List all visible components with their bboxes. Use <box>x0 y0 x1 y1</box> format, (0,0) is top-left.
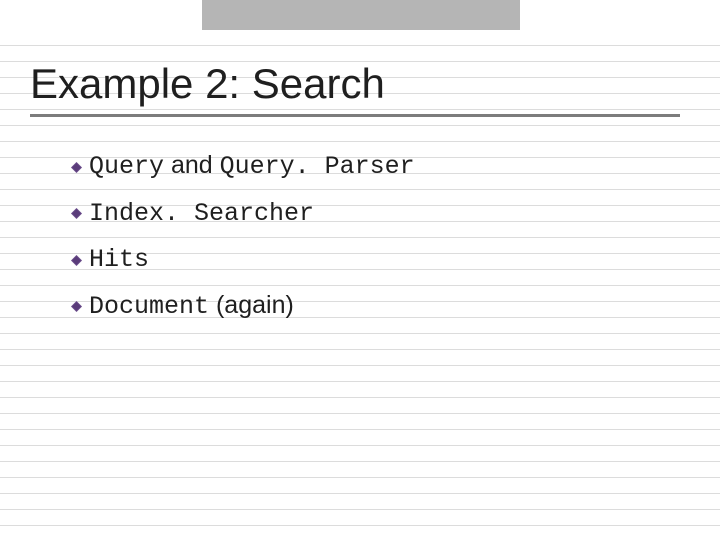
slide-title: Example 2: Search <box>30 60 690 108</box>
slide-content: Example 2: Search Query and Query. Parse… <box>30 60 690 335</box>
bullet-list: Query and Query. Parser Index. Searcher <box>70 149 690 323</box>
list-item: Query and Query. Parser <box>70 149 690 184</box>
diamond-bullet-icon <box>70 160 83 173</box>
bullet-text: Hits <box>89 245 149 274</box>
bullet-text: (again) <box>216 291 294 319</box>
bullet-text: and <box>171 151 220 179</box>
title-underline <box>30 114 680 117</box>
bullet-text: Query. Parser <box>220 152 415 181</box>
diamond-bullet-icon <box>70 206 83 219</box>
diamond-bullet-icon <box>70 299 83 312</box>
list-item: Hits <box>70 242 690 277</box>
list-item: Document (again) <box>70 289 690 324</box>
bullet-text: Query <box>89 152 164 181</box>
diamond-bullet-icon <box>70 253 83 266</box>
list-item: Index. Searcher <box>70 196 690 231</box>
bullet-text: Document <box>89 292 209 321</box>
bullet-text: Index. Searcher <box>89 199 314 228</box>
top-grey-bar <box>202 0 520 30</box>
